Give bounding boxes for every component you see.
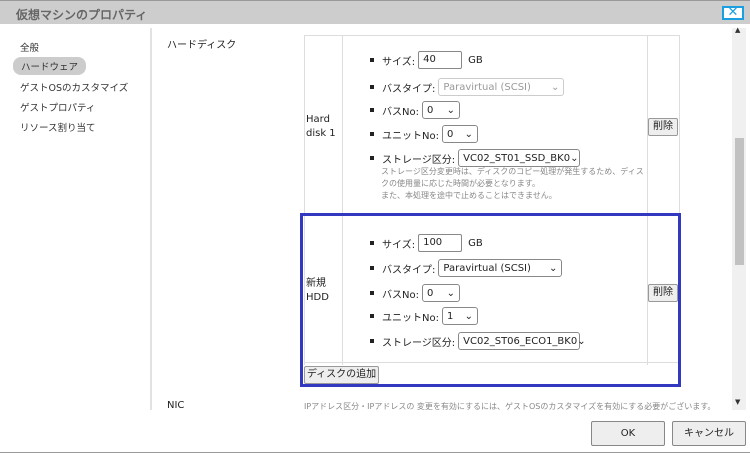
- highlight-box: [300, 213, 681, 387]
- divider: [304, 35, 680, 36]
- bus-type-field: バスタイプ: Paravirtual (SCSI) ⌄: [370, 78, 565, 96]
- chevron-down-icon: ⌄: [550, 81, 560, 93]
- unit-no-label: ユニットNo:: [382, 130, 439, 142]
- close-icon[interactable]: ✕: [722, 6, 744, 20]
- unit-label: GB: [468, 54, 483, 66]
- bus-type-label: バスタイプ:: [382, 83, 436, 95]
- nic-label: NIC: [167, 400, 185, 411]
- sidebar-item-guest-properties[interactable]: ゲストプロパティ: [20, 100, 95, 114]
- size-input[interactable]: 40: [418, 51, 463, 69]
- bus-no-select[interactable]: 0 ⌄: [421, 101, 460, 119]
- storage-label: ストレージ区分:: [382, 154, 456, 166]
- sidebar: 全般 ハードウェア ゲストOSのカスタマイズ ゲストプロパティ リソース割り当て: [0, 28, 152, 410]
- size-label: サイズ:: [382, 56, 416, 68]
- unit-no-select[interactable]: 0 ⌄: [441, 125, 478, 143]
- sidebar-item-guest-os-customize[interactable]: ゲストOSのカスタマイズ: [20, 80, 128, 94]
- sidebar-item-resource-allocation[interactable]: リソース割り当て: [20, 120, 96, 134]
- chevron-down-icon: ⌄: [446, 104, 455, 116]
- cancel-button[interactable]: キャンセル: [672, 421, 746, 446]
- scroll-up-icon[interactable]: ▲: [735, 26, 740, 34]
- chevron-down-icon: ⌄: [570, 152, 579, 164]
- unit-no-field: ユニットNo: 0 ⌄: [370, 125, 478, 143]
- scroll-down-icon[interactable]: ▼: [735, 398, 740, 406]
- storage-note: ストレージ区分変更時は、ディスクのコピー処理が発生するため、ディスクの使用量に応…: [381, 167, 644, 200]
- disk-name: Hard disk 1: [306, 114, 336, 139]
- nic-note: IPアドレス区分・IPアドレスの 変更を有効にするには、ゲストOSのカスタマイズ…: [304, 402, 716, 411]
- sidebar-item-general[interactable]: 全般: [20, 40, 39, 54]
- chevron-down-icon: ⌄: [464, 128, 473, 140]
- title-bar: 仮想マシンのプロパティ ✕: [0, 0, 750, 24]
- harddisk-section-label: ハードディスク: [167, 40, 237, 51]
- bus-type-select: Paravirtual (SCSI) ⌄: [438, 78, 565, 96]
- storage-field: ストレージ区分: VC02_ST01_SSD_BK0 ⌄: [370, 149, 581, 167]
- bus-no-field: バスNo: 0 ⌄: [370, 101, 460, 119]
- scrollbar-thumb[interactable]: [735, 138, 744, 265]
- size-field: サイズ: 40 GB: [370, 51, 483, 69]
- storage-select[interactable]: VC02_ST01_SSD_BK0 ⌄: [458, 149, 581, 167]
- ok-button[interactable]: OK: [591, 421, 665, 446]
- window-title: 仮想マシンのプロパティ: [16, 8, 148, 22]
- sidebar-item-hardware[interactable]: ハードウェア: [13, 57, 87, 75]
- delete-button[interactable]: 削除: [648, 118, 678, 136]
- bus-no-label: バスNo:: [382, 106, 419, 118]
